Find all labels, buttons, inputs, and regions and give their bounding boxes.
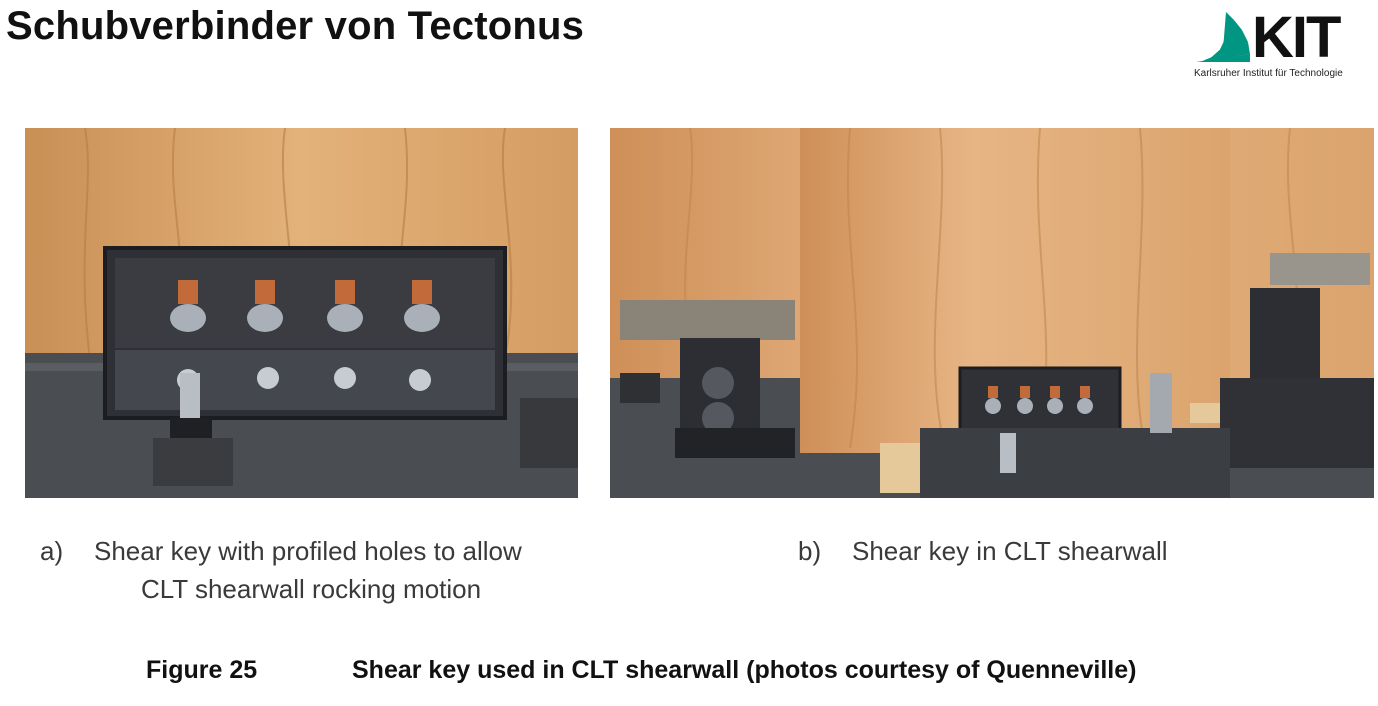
photo-shear-key-closeup	[25, 128, 578, 498]
figure-label: Figure 25	[146, 656, 258, 684]
kit-logo-fan-icon	[1196, 12, 1250, 62]
kit-logo-wordmark: KIT	[1252, 5, 1341, 70]
slide-title: Schubverbinder von Tectonus	[6, 4, 585, 48]
caption-a-line1: Shear key with profiled holes to allow	[94, 536, 522, 566]
caption-a-marker: a)	[40, 536, 64, 566]
caption-b-line1: Shear key in CLT shearwall	[852, 536, 1168, 566]
kit-logo: KIT Karlsruher Institut für Technologie	[1190, 0, 1370, 86]
figure-caption: Figure 25 Shear key used in CLT shearwall…	[146, 656, 1136, 685]
figure-caption-text: Shear key used in CLT shearwall (photos …	[352, 656, 1137, 684]
photo-shear-key-in-wall	[610, 128, 1374, 498]
kit-logo-subtitle: Karlsruher Institut für Technologie	[1194, 68, 1343, 79]
caption-photo-b: b) Shear key in CLT shearwall	[798, 532, 1168, 570]
caption-photo-a: a) Shear key with profiled holes to allow…	[40, 532, 522, 608]
caption-b-marker: b)	[798, 536, 822, 566]
caption-a-line2: CLT shearwall rocking motion	[141, 574, 482, 604]
